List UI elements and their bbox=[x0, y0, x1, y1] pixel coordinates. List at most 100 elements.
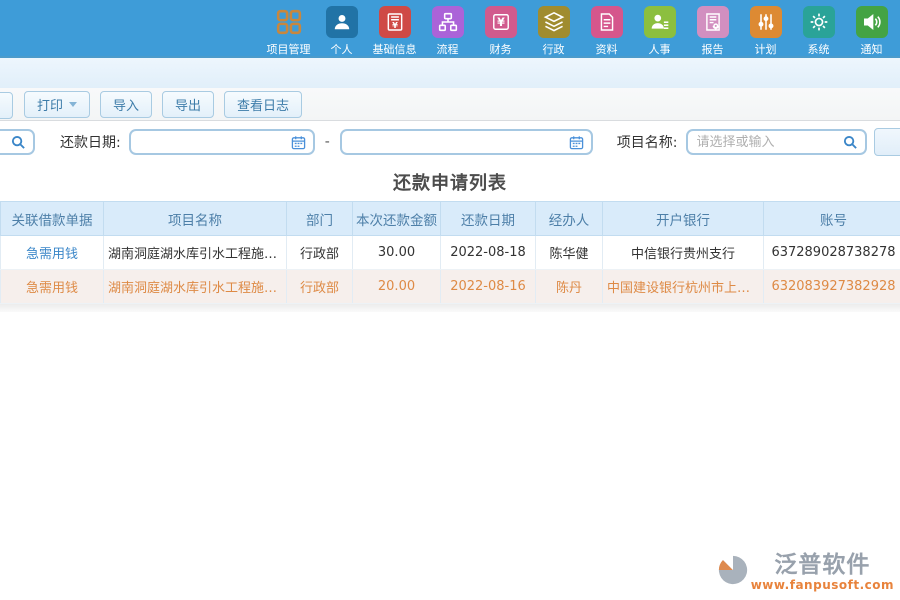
nav-item-documents[interactable]: 资料 bbox=[580, 6, 633, 57]
toolbar: 原 打印 导入 导出 查看日志 bbox=[0, 88, 900, 121]
document-yen-icon: ¥ bbox=[379, 6, 411, 38]
column-header[interactable]: 部门 bbox=[287, 202, 353, 236]
table-row[interactable]: 急需用钱 湖南洞庭湖水库引水工程施工I标 行政部 30.00 2022-08-1… bbox=[1, 236, 900, 270]
filter-bar: 还款日期: - 项目名称: bbox=[0, 121, 900, 163]
gear-icon bbox=[803, 6, 835, 38]
layers-icon bbox=[538, 6, 570, 38]
date-range-separator: - bbox=[325, 134, 330, 150]
sliders-icon bbox=[750, 6, 782, 38]
account-cell: 637289028738278 bbox=[764, 236, 900, 270]
project-name-field[interactable] bbox=[695, 134, 843, 151]
nav-label: 个人 bbox=[331, 41, 353, 57]
column-header[interactable]: 账号 bbox=[764, 202, 900, 236]
nav-item-personal[interactable]: 个人 bbox=[315, 6, 368, 57]
partial-search-field[interactable] bbox=[0, 134, 11, 151]
watermark-brand: 泛普软件 bbox=[774, 553, 870, 577]
repayment-table: 关联借款单据 项目名称 部门 本次还款金额 还款日期 经办人 开户银行 账号 急… bbox=[0, 201, 900, 304]
project-name-cell: 湖南洞庭湖水库引水工程施工I标 bbox=[104, 270, 287, 304]
column-header[interactable]: 经办人 bbox=[536, 202, 603, 236]
nav-item-project-management[interactable]: 项目管理 bbox=[262, 6, 315, 57]
vendor-watermark: 泛普软件 www.fanpusoft.com bbox=[717, 553, 894, 592]
handler-cell: 陈丹 bbox=[536, 270, 603, 304]
column-header[interactable]: 开户银行 bbox=[603, 202, 764, 236]
nav-label: 资料 bbox=[596, 41, 618, 57]
loan-doc-link[interactable]: 急需用钱 bbox=[1, 270, 104, 304]
nav-label: 基础信息 bbox=[373, 41, 417, 57]
chevron-down-icon bbox=[69, 102, 77, 107]
print-button-label: 打印 bbox=[37, 95, 63, 114]
yen-box-icon: ¥ bbox=[485, 6, 517, 38]
view-log-button-label: 查看日志 bbox=[237, 95, 289, 114]
person-list-icon bbox=[644, 6, 676, 38]
title-row: 还款申请列表 bbox=[0, 163, 900, 201]
search-icon[interactable] bbox=[11, 135, 26, 150]
date-to-input[interactable] bbox=[340, 129, 593, 155]
speaker-icon bbox=[856, 6, 888, 38]
date-from-field[interactable] bbox=[138, 134, 291, 151]
repay-date-cell: 2022-08-16 bbox=[441, 270, 536, 304]
table-row[interactable]: 急需用钱 湖南洞庭湖水库引水工程施工I标 行政部 20.00 2022-08-1… bbox=[1, 270, 900, 304]
nav-item-finance[interactable]: ¥ 财务 bbox=[474, 6, 527, 57]
column-header[interactable]: 项目名称 bbox=[104, 202, 287, 236]
project-name-label: 项目名称: bbox=[617, 132, 678, 152]
fanpu-logo-icon bbox=[717, 553, 749, 587]
project-name-cell: 湖南洞庭湖水库引水工程施工I标 bbox=[104, 236, 287, 270]
column-header[interactable]: 还款日期 bbox=[441, 202, 536, 236]
print-button[interactable]: 打印 bbox=[24, 91, 90, 118]
table-header-row: 关联借款单据 项目名称 部门 本次还款金额 还款日期 经办人 开户银行 账号 bbox=[1, 202, 900, 236]
nav-item-workflow[interactable]: 流程 bbox=[421, 6, 474, 57]
view-log-button[interactable]: 查看日志 bbox=[224, 91, 302, 118]
search-icon[interactable] bbox=[843, 135, 858, 150]
date-to-field[interactable] bbox=[349, 134, 569, 151]
date-from-input[interactable] bbox=[129, 129, 315, 155]
table-bottom-shadow bbox=[0, 304, 900, 312]
partial-left-button[interactable]: 原 bbox=[0, 92, 13, 119]
nav-label: 计划 bbox=[755, 41, 777, 57]
nav-label: 通知 bbox=[861, 41, 883, 57]
calendar-icon[interactable] bbox=[569, 135, 584, 150]
grid-icon bbox=[273, 6, 305, 38]
nav-item-reports[interactable]: 报告 bbox=[686, 6, 739, 57]
nav-label: 系统 bbox=[808, 41, 830, 57]
amount-cell: 20.00 bbox=[353, 270, 441, 304]
account-cell: 632083927382928 bbox=[764, 270, 900, 304]
top-nav: 项目管理 个人 ¥ 基础信息 流程 bbox=[0, 0, 900, 56]
repay-date-label: 还款日期: bbox=[60, 132, 121, 152]
column-header[interactable]: 关联借款单据 bbox=[1, 202, 104, 236]
import-button[interactable]: 导入 bbox=[100, 91, 152, 118]
nav-label: 报告 bbox=[702, 41, 724, 57]
person-icon bbox=[326, 6, 358, 38]
project-name-input[interactable] bbox=[686, 129, 867, 155]
file-icon bbox=[591, 6, 623, 38]
nav-item-hr[interactable]: 人事 bbox=[633, 6, 686, 57]
calendar-icon[interactable] bbox=[291, 135, 306, 150]
partial-left-search-input[interactable] bbox=[0, 129, 35, 155]
sub-header-strip bbox=[0, 56, 900, 88]
nav-item-notifications[interactable]: 通知 bbox=[845, 6, 898, 57]
partial-right-button[interactable] bbox=[874, 128, 900, 156]
page-title: 还款申请列表 bbox=[393, 169, 507, 195]
nav-item-administration[interactable]: 行政 bbox=[527, 6, 580, 57]
report-icon bbox=[697, 6, 729, 38]
watermark-url: www.fanpusoft.com bbox=[751, 578, 894, 592]
nav-item-basic-info[interactable]: ¥ 基础信息 bbox=[368, 6, 421, 57]
nav-item-system[interactable]: 系统 bbox=[792, 6, 845, 57]
bank-cell: 中信银行贵州支行 bbox=[603, 236, 764, 270]
nav-label: 项目管理 bbox=[267, 41, 311, 57]
loan-doc-link[interactable]: 急需用钱 bbox=[1, 236, 104, 270]
nav-label: 财务 bbox=[490, 41, 512, 57]
svg-text:¥: ¥ bbox=[497, 16, 505, 29]
nav-item-plans[interactable]: 计划 bbox=[739, 6, 792, 57]
export-button[interactable]: 导出 bbox=[162, 91, 214, 118]
nav-label: 流程 bbox=[437, 41, 459, 57]
department-cell: 行政部 bbox=[287, 270, 353, 304]
flowchart-icon bbox=[432, 6, 464, 38]
amount-cell: 30.00 bbox=[353, 236, 441, 270]
svg-text:¥: ¥ bbox=[392, 20, 398, 30]
nav-label: 人事 bbox=[649, 41, 671, 57]
bank-cell: 中国建设银行杭州市上城... bbox=[603, 270, 764, 304]
department-cell: 行政部 bbox=[287, 236, 353, 270]
export-button-label: 导出 bbox=[175, 95, 201, 114]
column-header[interactable]: 本次还款金额 bbox=[353, 202, 441, 236]
import-button-label: 导入 bbox=[113, 95, 139, 114]
